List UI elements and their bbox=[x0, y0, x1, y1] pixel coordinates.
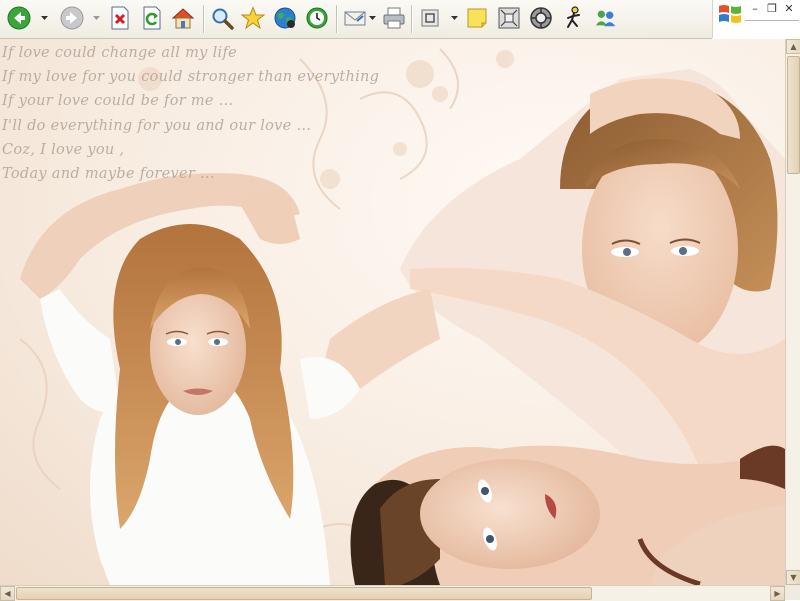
horizontal-scroll-thumb[interactable] bbox=[16, 587, 592, 600]
poem-line: Today and maybe forever ... bbox=[2, 166, 215, 183]
scroll-up-button[interactable]: ▲ bbox=[786, 39, 800, 54]
refresh-button[interactable] bbox=[140, 6, 164, 30]
fullscreen-icon bbox=[421, 9, 439, 27]
toolbar-divider bbox=[745, 20, 799, 25]
back-dropdown[interactable] bbox=[41, 13, 48, 23]
media-globe-icon bbox=[274, 7, 296, 29]
portrait-bottom bbox=[350, 445, 785, 585]
home-icon bbox=[171, 8, 195, 29]
printer-icon bbox=[383, 7, 405, 29]
aim-button[interactable] bbox=[562, 6, 586, 30]
history-button[interactable] bbox=[305, 6, 329, 30]
scroll-right-button[interactable]: ▶ bbox=[770, 586, 785, 601]
notes-button[interactable] bbox=[465, 6, 489, 30]
search-magnifier-icon bbox=[212, 8, 234, 30]
fullscreen-button[interactable] bbox=[418, 6, 442, 30]
portrait-top-right bbox=[400, 69, 785, 469]
research-book-icon bbox=[498, 7, 520, 29]
poem-line: If my love for you could stronger than e… bbox=[2, 69, 380, 86]
messenger-settings-button[interactable] bbox=[529, 6, 553, 30]
back-arrow-icon bbox=[7, 6, 31, 30]
poem-line: Coz, I love you , bbox=[2, 141, 125, 158]
msn-buddies-icon bbox=[595, 10, 616, 27]
dropdown-caret-icon bbox=[451, 15, 458, 20]
scroll-down-button[interactable]: ▼ bbox=[786, 570, 800, 585]
home-button[interactable] bbox=[171, 6, 195, 30]
msn-messenger-button[interactable] bbox=[594, 6, 618, 30]
vertical-scrollbar[interactable]: ▲ ▼ bbox=[785, 39, 800, 585]
refresh-page-icon bbox=[143, 6, 161, 30]
dropdown-caret-icon bbox=[93, 15, 100, 20]
browser-toolbar bbox=[0, 0, 712, 39]
horizontal-scrollbar[interactable]: ◀ ▶ bbox=[0, 585, 785, 601]
scrollbar-corner bbox=[785, 585, 800, 600]
forward-button[interactable] bbox=[60, 6, 84, 30]
toolbar-separator bbox=[336, 5, 338, 33]
restore-button[interactable]: ❐ bbox=[765, 3, 779, 15]
dropdown-caret-icon bbox=[41, 15, 48, 20]
research-button[interactable] bbox=[497, 6, 521, 30]
vertical-scroll-thumb[interactable] bbox=[787, 56, 800, 174]
poem-line: If love could change all my life bbox=[2, 45, 237, 61]
window-controls: – ❐ ✕ bbox=[712, 0, 800, 38]
sticky-note-icon bbox=[467, 8, 487, 28]
favorites-button[interactable] bbox=[241, 6, 265, 30]
stop-page-icon bbox=[111, 6, 129, 30]
scroll-left-button[interactable]: ◀ bbox=[0, 586, 15, 601]
mail-dropdown[interactable] bbox=[369, 13, 376, 23]
print-button[interactable] bbox=[382, 6, 406, 30]
stop-button[interactable] bbox=[108, 6, 132, 30]
fullscreen-dropdown[interactable] bbox=[451, 13, 458, 23]
mail-envelope-icon bbox=[344, 11, 366, 26]
media-button[interactable] bbox=[273, 6, 297, 30]
forward-dropdown[interactable] bbox=[93, 13, 100, 23]
poem-line: I'll do everything for you and our love … bbox=[2, 117, 312, 134]
toolbar-separator bbox=[411, 5, 413, 33]
close-button[interactable]: ✕ bbox=[782, 3, 796, 15]
search-button[interactable] bbox=[210, 6, 234, 30]
toolbar-separator bbox=[203, 5, 205, 33]
aim-running-man-icon bbox=[567, 6, 580, 28]
favorites-star-icon bbox=[241, 6, 265, 30]
forward-arrow-icon bbox=[60, 6, 84, 30]
gear-icon bbox=[530, 7, 552, 29]
mail-button[interactable] bbox=[343, 6, 367, 30]
poem-line: If your love could be for me ... bbox=[2, 93, 234, 110]
windows-logo-icon bbox=[719, 5, 741, 23]
page-viewport: If love could change all my life If my l… bbox=[0, 39, 785, 585]
poem-overlay: If love could change all my life If my l… bbox=[2, 41, 379, 186]
dropdown-caret-icon bbox=[369, 15, 376, 20]
minimize-button[interactable]: – bbox=[748, 3, 762, 15]
history-clock-icon bbox=[306, 7, 328, 29]
back-button[interactable] bbox=[7, 6, 31, 30]
